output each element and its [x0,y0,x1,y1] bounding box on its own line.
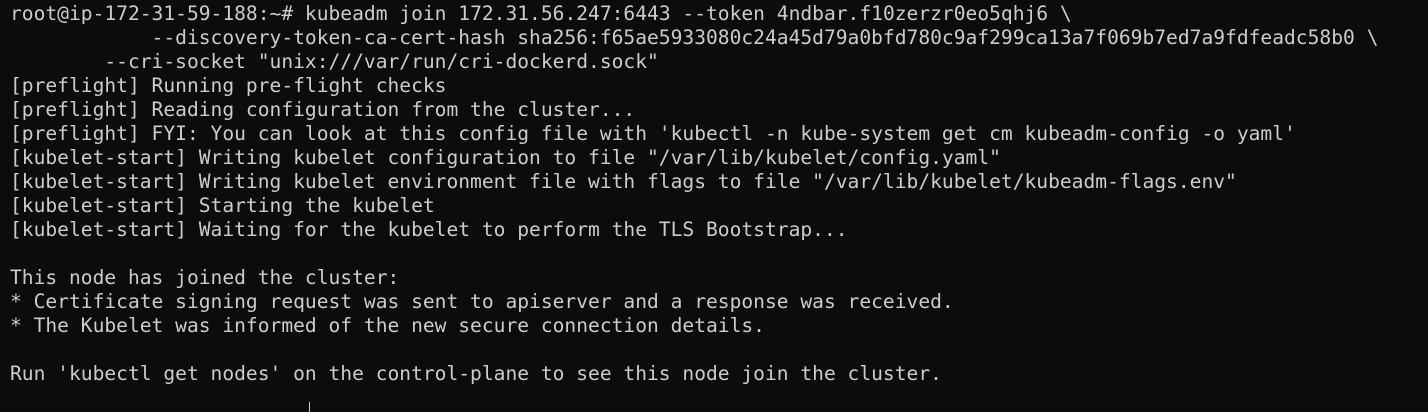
output-line: [kubelet-start] Writing kubelet configur… [10,146,1001,169]
text-cursor [309,402,310,412]
output-line: [preflight] Reading configuration from t… [10,98,636,121]
command-line-1: root@ip-172-31-59-188:~# kubeadm join 17… [10,2,1428,26]
output-line: * The Kubelet was informed of the new se… [10,314,765,337]
output-line: [kubelet-start] Writing kubelet environm… [10,170,1237,193]
output-line: Run 'kubectl get nodes' on the control-p… [10,362,942,385]
command-text-1: kubeadm join 172.31.56.247:6443 --token … [293,2,1072,25]
shell-prompt: root@ip-172-31-59-188:~# [10,2,294,25]
output-line: [preflight] FYI: You can look at this co… [10,122,1296,145]
output-line-blank [10,242,1428,266]
terminal-window[interactable]: root@ip-172-31-59-188:~# kubeadm join 17… [0,0,1428,412]
output-line: [kubelet-start] Starting the kubelet [10,194,435,217]
output-line: This node has joined the cluster: [10,266,400,289]
command-line-3: --cri-socket "unix:///var/run/cri-docker… [10,50,659,73]
output-line: [kubelet-start] Waiting for the kubelet … [10,218,848,241]
output-line-blank [10,338,1428,362]
command-line-2: --discovery-token-ca-cert-hash sha256:f6… [10,26,1379,49]
output-line: * Certificate signing request was sent t… [10,290,954,313]
output-line: [preflight] Running pre-flight checks [10,74,447,97]
